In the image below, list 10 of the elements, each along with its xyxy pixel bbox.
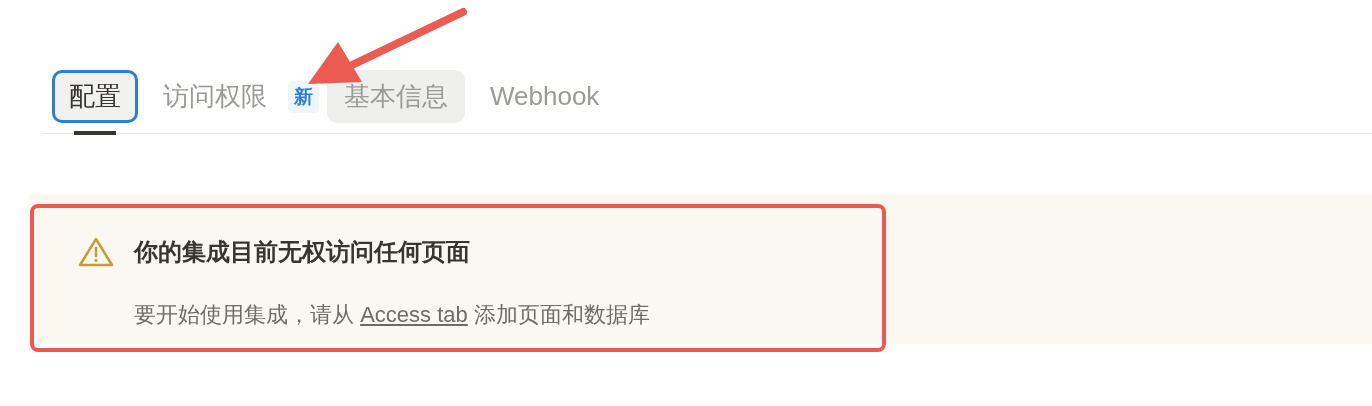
warning-icon (78, 236, 114, 268)
tab[interactable]: 基本信息 (327, 69, 465, 124)
tab[interactable]: 访问权限 (146, 69, 284, 124)
access-tab-link[interactable]: Access tab (360, 302, 468, 327)
tab[interactable]: 配置 (52, 69, 138, 124)
new-badge: 新 (288, 80, 319, 113)
tab[interactable]: Webhook (473, 69, 617, 124)
callout-title: 你的集成目前无权访问任何页面 (134, 237, 471, 267)
selected-underline (74, 131, 116, 135)
callout-text: 要开始使用集成，请从 Access tab 添加页面和数据库 (134, 301, 651, 329)
